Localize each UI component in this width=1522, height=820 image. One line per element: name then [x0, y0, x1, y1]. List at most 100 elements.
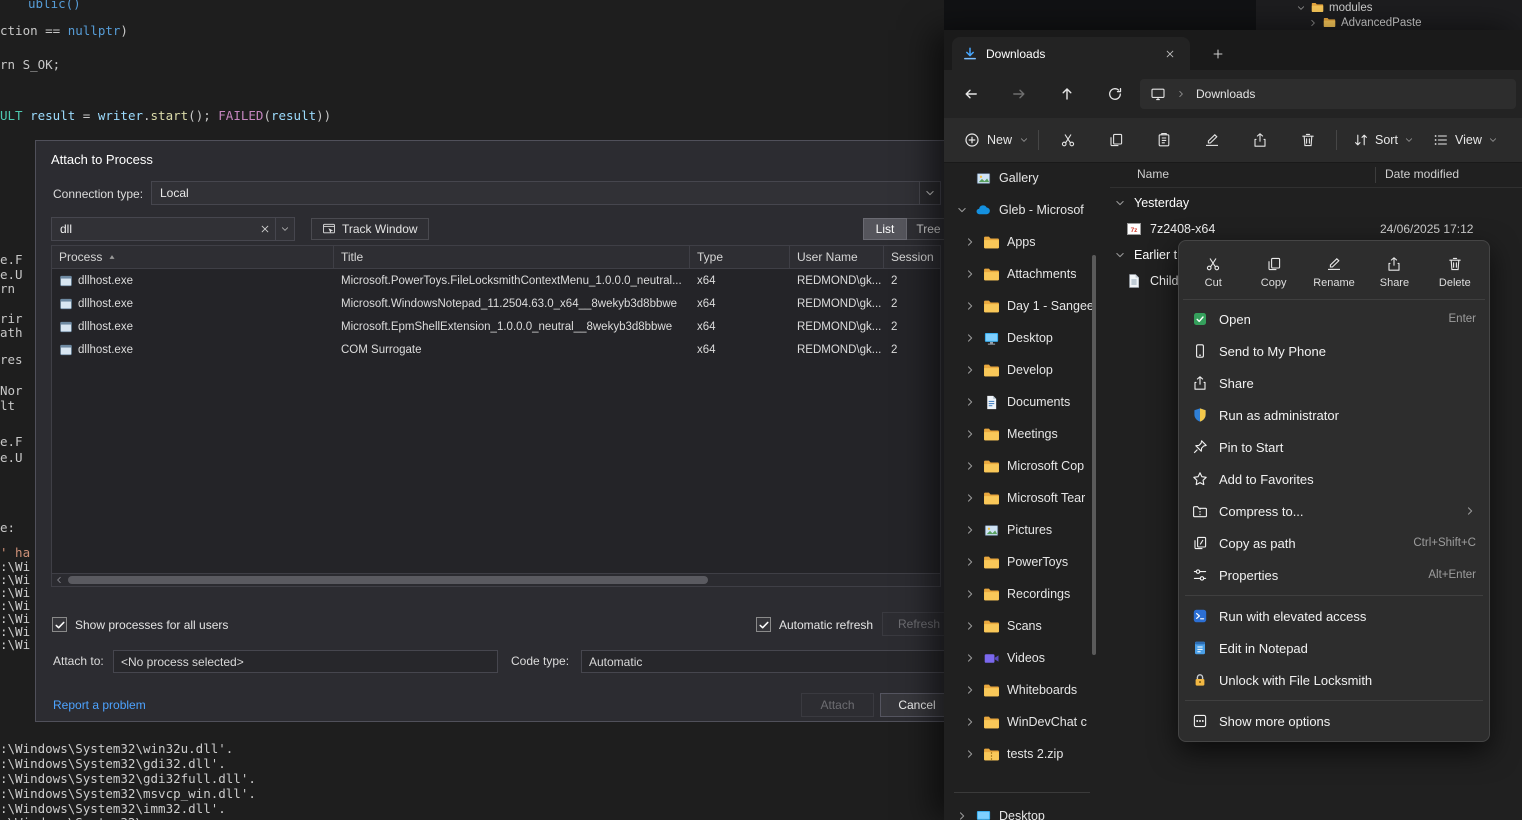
track-window-button[interactable]: Track Window	[311, 218, 429, 240]
context-menu-item-run-as-administrator[interactable]: Run as administrator	[1183, 399, 1485, 431]
connection-type-select[interactable]: Local	[151, 181, 941, 205]
context-menu-item-edit-in-notepad[interactable]: Edit in Notepad	[1183, 632, 1485, 664]
process-filter-input[interactable]: dll	[51, 217, 295, 241]
tab-close-button[interactable]	[1160, 44, 1180, 64]
sidebar-item-attachments[interactable]: Attachments	[944, 258, 1100, 290]
clear-filter-button[interactable]	[255, 218, 275, 240]
attach-button[interactable]: Attach	[801, 693, 874, 717]
quick-action-share[interactable]: Share	[1364, 245, 1424, 299]
background-window: modulesAdvancedPaste	[944, 0, 1522, 30]
refresh-button[interactable]	[1098, 77, 1132, 111]
sidebar-item-meetings[interactable]: Meetings	[944, 418, 1100, 450]
column-header-title[interactable]: Title	[334, 246, 690, 268]
delete-button[interactable]	[1288, 123, 1328, 157]
horizontal-scrollbar[interactable]	[52, 573, 940, 586]
sort-button[interactable]: Sort	[1344, 123, 1423, 157]
context-menu-item-show-more-options[interactable]: Show more options	[1183, 705, 1485, 737]
chev-r-icon	[964, 556, 976, 568]
show-all-users-checkbox[interactable]	[52, 617, 67, 632]
sidebar-item-tests-2-zip[interactable]: tests 2.zip	[944, 738, 1100, 770]
scroll-left-button[interactable]	[52, 574, 66, 586]
context-menu-item-copy-as-path[interactable]: Copy as pathCtrl+Shift+C	[1183, 527, 1485, 559]
context-menu-item-add-to-favorites[interactable]: Add to Favorites	[1183, 463, 1485, 495]
context-menu-item-share[interactable]: Share	[1183, 367, 1485, 399]
scrollbar-thumb[interactable]	[68, 576, 708, 584]
back-button[interactable]	[954, 77, 988, 111]
clear-icon	[259, 223, 271, 235]
process-row[interactable]: dllhost.exeMicrosoft.PowerToys.FileLocks…	[52, 269, 940, 292]
column-header-user-name[interactable]: User Name	[790, 246, 884, 268]
code-line: lt	[0, 398, 15, 413]
column-name[interactable]: Name	[1137, 167, 1169, 181]
sidebar-item-desktop-pinned[interactable]: Desktop	[944, 800, 1100, 820]
sidebar-item-day-1-sangee[interactable]: Day 1 - Sangee	[944, 290, 1100, 322]
chev-r-icon	[964, 364, 976, 376]
context-menu-item-run-with-elevated-access[interactable]: Run with elevated access	[1183, 600, 1485, 632]
process-row[interactable]: dllhost.exeMicrosoft.WindowsNotepad_11.2…	[52, 292, 940, 315]
sidebar-item-apps[interactable]: Apps	[944, 226, 1100, 258]
rename-button[interactable]	[1192, 123, 1232, 157]
context-menu-item-unlock-with-file-locksmith[interactable]: Unlock with File Locksmith	[1183, 664, 1485, 696]
cancel-button[interactable]: Cancel	[880, 693, 954, 717]
context-menu-item-pin-to-start[interactable]: Pin to Start	[1183, 431, 1485, 463]
context-menu-item-open[interactable]: OpenEnter	[1183, 303, 1485, 335]
sidebar-item-windevchat-c[interactable]: WinDevChat c	[944, 706, 1100, 738]
quick-action-delete[interactable]: Delete	[1425, 245, 1485, 299]
process-row[interactable]: dllhost.exeCOM Surrogatex64REDMOND\gk...…	[52, 338, 940, 361]
share-button[interactable]	[1240, 123, 1280, 157]
code-type-field[interactable]: Automatic	[581, 650, 954, 673]
download-icon	[962, 46, 978, 62]
folder-icon	[983, 234, 1000, 251]
procwin-icon	[59, 274, 73, 288]
sidebar-item-videos[interactable]: Videos	[944, 642, 1100, 674]
sidebar-item-desktop[interactable]: Desktop	[944, 322, 1100, 354]
sidebar-item-whiteboards[interactable]: Whiteboards	[944, 674, 1100, 706]
sidebar-item-scans[interactable]: Scans	[944, 610, 1100, 642]
new-tab-button[interactable]	[1206, 42, 1230, 66]
chev-d-icon	[1114, 249, 1126, 261]
context-menu-item-properties[interactable]: PropertiesAlt+Enter	[1183, 559, 1485, 591]
quick-action-copy[interactable]: Copy	[1243, 245, 1303, 299]
report-problem-link[interactable]: Report a problem	[53, 698, 146, 712]
tree-item-modules[interactable]: modules	[1296, 0, 1372, 15]
close-icon	[1164, 48, 1176, 60]
process-row[interactable]: dllhost.exeMicrosoft.EpmShellExtension_1…	[52, 315, 940, 338]
context-menu-item-compress-to[interactable]: Compress to...	[1183, 495, 1485, 527]
copy-button[interactable]	[1096, 123, 1136, 157]
code-line: :\Wi	[0, 637, 30, 652]
column-header-session[interactable]: Session	[884, 246, 940, 268]
list-view-button[interactable]: List	[863, 218, 907, 240]
quick-action-cut[interactable]: Cut	[1183, 245, 1243, 299]
cut-button[interactable]	[1048, 123, 1088, 157]
sidebar-item-powertoys[interactable]: PowerToys	[944, 546, 1100, 578]
sidebar-item-gleb-microsof[interactable]: Gleb - Microsof	[944, 194, 1100, 226]
forward-button[interactable]	[1002, 77, 1036, 111]
column-header-process[interactable]: Process	[52, 246, 334, 268]
up-button[interactable]	[1050, 77, 1084, 111]
paste-button[interactable]	[1144, 123, 1184, 157]
view-button[interactable]: View	[1424, 123, 1507, 157]
group-header-yesterday[interactable]: Yesterday	[1110, 190, 1522, 216]
filter-dropdown-button[interactable]	[275, 218, 294, 240]
sidebar-item-microsoft-tear[interactable]: Microsoft Tear	[944, 482, 1100, 514]
auto-refresh-checkbox[interactable]	[756, 617, 771, 632]
file-row-7z2408-x64[interactable]: 7z7z2408-x6424/06/2025 17:12	[1110, 216, 1522, 242]
sidebar-scrollbar[interactable]	[1092, 255, 1096, 655]
sidebar-item-microsoft-cop[interactable]: Microsoft Cop	[944, 450, 1100, 482]
sidebar-item-pictures[interactable]: Pictures	[944, 514, 1100, 546]
address-bar[interactable]: Downloads	[1140, 79, 1516, 109]
tab-downloads[interactable]: Downloads	[952, 37, 1190, 70]
attach-to-field[interactable]: <No process selected>	[113, 650, 498, 673]
sidebar-item-gallery[interactable]: Gallery	[944, 162, 1100, 194]
context-menu-item-send-to-my-phone[interactable]: Send to My Phone	[1183, 335, 1485, 367]
attach-to-label: Attach to:	[53, 654, 104, 668]
column-date-modified[interactable]: Date modified	[1385, 167, 1459, 181]
sidebar-item-develop[interactable]: Develop	[944, 354, 1100, 386]
new-button[interactable]: New	[954, 123, 1039, 157]
sidebar-item-documents[interactable]: Documents	[944, 386, 1100, 418]
quick-action-rename[interactable]: Rename	[1304, 245, 1364, 299]
sidebar-item-recordings[interactable]: Recordings	[944, 578, 1100, 610]
column-header-type[interactable]: Type	[690, 246, 790, 268]
process-name-cell: dllhost.exe	[52, 274, 334, 288]
tree-item-advancedpaste[interactable]: AdvancedPaste	[1308, 15, 1422, 30]
